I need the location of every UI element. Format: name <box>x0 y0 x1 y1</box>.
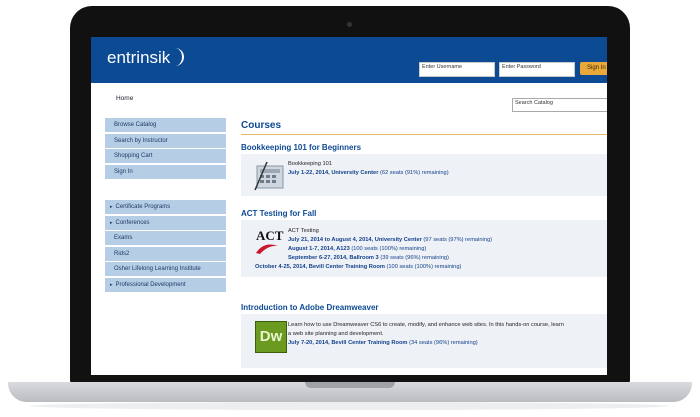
session-link[interactable]: July 21, 2014 to August 4, 2014, Univers… <box>288 237 422 243</box>
session-link[interactable]: July 1-22, 2014, University Center <box>288 170 378 176</box>
sign-in-button[interactable]: Sign In <box>580 62 607 75</box>
seats-remaining: (100 seats (100%) remaining) <box>349 246 427 252</box>
logo-swoosh-icon <box>172 48 185 66</box>
sidebar-item-rids2[interactable]: Rids2 <box>105 246 226 261</box>
course-title-act[interactable]: ACT Testing for Fall <box>241 209 316 218</box>
course-title-bookkeeping[interactable]: Bookkeeping 101 for Beginners <box>241 143 361 152</box>
course-title-dreamweaver[interactable]: Introduction to Adobe Dreamweaver <box>241 303 379 312</box>
expand-arrow-icon: ▸ <box>110 219 113 226</box>
session-line: July 7-20, 2014, Bevill Center Training … <box>288 340 478 346</box>
laptop-notch <box>305 382 395 388</box>
sidebar-top: Browse Catalog Search by Instructor Shop… <box>105 118 226 180</box>
expand-arrow-icon: ▸ <box>110 281 113 288</box>
seats-remaining: (100 seats (100%) remaining) <box>384 264 462 270</box>
password-field[interactable]: Enter Password <box>499 62 575 77</box>
session-line: October 4-25, 2014, Bevill Center Traini… <box>255 264 461 270</box>
laptop-shadow <box>30 402 670 410</box>
sidebar-item-browse-catalog[interactable]: Browse Catalog <box>105 118 226 132</box>
session-link[interactable]: September 6-27, 2014, Ballroom 3 <box>288 255 379 261</box>
seats-remaining: (34 seats (96%) remaining) <box>407 340 478 346</box>
session-link[interactable]: August 1-7, 2014, A123 <box>288 246 350 252</box>
sidebar-item-exams[interactable]: Exams <box>105 231 226 245</box>
session-link[interactable]: July 7-20, 2014, Bevill Center Training … <box>288 340 407 346</box>
sidebar-item-shopping-cart[interactable]: Shopping Cart <box>105 149 226 163</box>
expand-arrow-icon: ▸ <box>110 204 113 210</box>
seats-remaining: (97 seats (97%) remaining) <box>421 237 493 243</box>
sidebar-item-search-by-instructor[interactable]: Search by Instructor <box>105 133 226 148</box>
page-title: Courses <box>241 120 607 135</box>
act-logo-icon: ACT <box>254 227 290 255</box>
calculator-icon <box>253 160 287 192</box>
sidebar-item-conferences[interactable]: ▸ Conferences <box>105 215 226 230</box>
session-line: July 1-22, 2014, University Center (62 s… <box>288 170 449 176</box>
sidebar-item-osher[interactable]: Osher Lifelong Learning Institute <box>105 262 226 276</box>
camera-icon <box>347 22 352 27</box>
logo-text: entrinsik <box>107 48 171 67</box>
dreamweaver-logo-icon: Dw <box>255 321 287 353</box>
site-header: entrinsik Enter Username Enter Password … <box>91 37 607 83</box>
site-logo[interactable]: entrinsik <box>107 48 185 68</box>
courses-section: Courses <box>241 120 607 135</box>
sidebar-item-professional-development[interactable]: ▸ Professional Development <box>105 277 226 292</box>
catalog-search-input[interactable]: Search Catalog <box>512 98 607 112</box>
seats-remaining: (62 seats (91%) remaining) <box>378 170 449 176</box>
dreamweaver-logo-text: Dw <box>259 328 283 345</box>
sidebar-item-certificate-programs[interactable]: ▸ Certificate Programs <box>105 200 226 214</box>
act-logo-text: ACT <box>256 228 284 243</box>
home-link[interactable]: Home <box>116 95 133 102</box>
session-line: July 21, 2014 to August 4, 2014, Univers… <box>288 237 492 243</box>
sidebar-item-sign-in[interactable]: Sign In <box>105 164 226 179</box>
course-summary: Bookkeeping 101 <box>288 161 332 167</box>
session-link[interactable]: October 4-25, 2014, Bevill Center Traini… <box>255 264 385 270</box>
username-field[interactable]: Enter Username <box>419 62 495 77</box>
course-summary: ACT Testing <box>288 228 319 234</box>
sidebar-categories: ▸ Certificate Programs ▸ Conferences Exams… <box>105 200 226 293</box>
seats-remaining: (39 seats (96%) remaining) <box>378 255 449 261</box>
browser-screen: entrinsik Enter Username Enter Password … <box>91 37 607 375</box>
course-summary: a web site planning and development. <box>288 331 384 337</box>
session-line: August 1-7, 2014, A123 (100 seats (100%)… <box>288 246 426 252</box>
course-summary: Learn how to use Dreamweaver CS6 to crea… <box>288 322 564 328</box>
session-line: September 6-27, 2014, Ballroom 3 (39 sea… <box>288 255 449 261</box>
